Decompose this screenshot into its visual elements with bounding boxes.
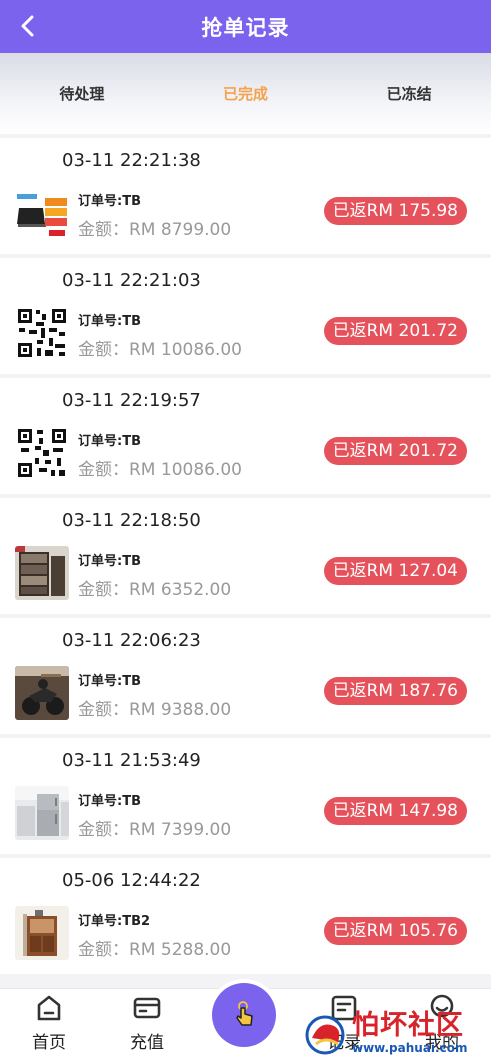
order-time: 03-11 22:21:03 <box>62 270 201 291</box>
laptop-image <box>15 186 69 240</box>
rebate-badge: 已返RM 201.72 <box>323 437 467 465</box>
watermark-title: 怕坏社区 <box>352 1010 464 1041</box>
tab-pending[interactable]: 待处理 <box>0 53 164 134</box>
home-icon <box>37 995 61 1021</box>
status-tabs: 待处理 已完成 已冻结 <box>0 53 491 134</box>
order-card[interactable]: 03-11 22:19:57 订单号:TB 金额：RM 10086.00 已返R… <box>0 378 491 494</box>
order-amount: 金额：RM 5288.00 <box>78 940 232 960</box>
order-number: 订单号:TB <box>78 794 141 809</box>
order-amount: 金额：RM 8799.00 <box>78 220 232 240</box>
order-card[interactable]: 03-11 21:53:49 订单号:TB 金额：RM 7399.00 已返RM… <box>0 738 491 854</box>
order-card[interactable]: 03-11 22:21:03 订单号:TB 金额：RM 10086.00 已返R… <box>0 258 491 374</box>
order-card[interactable]: 03-11 22:21:38 订单号:TB 金额：RM 8799.00 已返RM… <box>0 138 491 254</box>
refrigerator-image <box>15 786 69 840</box>
rebate-badge: 已返RM 147.98 <box>323 797 467 825</box>
order-time: 03-11 22:06:23 <box>62 630 201 651</box>
qr-code-image <box>15 306 69 360</box>
grab-order-button[interactable] <box>212 983 276 1047</box>
chevron-left-icon <box>21 15 34 37</box>
back-button[interactable] <box>14 12 42 40</box>
order-time: 03-11 22:21:38 <box>62 150 201 171</box>
order-card[interactable]: 03-11 22:06:23 订单号:TB 金额：RM 9388.00 已返RM… <box>0 618 491 734</box>
order-time: 03-11 22:18:50 <box>62 510 201 531</box>
rebate-badge: 已返RM 187.76 <box>323 677 467 705</box>
order-amount: 金额：RM 7399.00 <box>78 820 232 840</box>
site-watermark: 怕坏社区 www.pahuai.com <box>300 1004 491 1062</box>
order-amount: 金额：RM 9388.00 <box>78 700 232 720</box>
order-number: 订单号:TB2 <box>78 914 151 929</box>
nav-recharge[interactable]: 充值 <box>112 989 182 1062</box>
order-number: 订单号:TB <box>78 194 141 209</box>
order-number: 订单号:TB <box>78 554 141 569</box>
top-bar: 抢单记录 <box>0 0 491 53</box>
rebate-badge: 已返RM 201.72 <box>323 317 467 345</box>
order-number: 订单号:TB <box>78 314 141 329</box>
order-list: 03-11 22:21:38 订单号:TB 金额：RM 8799.00 已返RM… <box>0 138 491 978</box>
qr-code-image <box>15 426 69 480</box>
order-amount: 金额：RM 10086.00 <box>78 340 242 360</box>
order-time: 05-06 12:44:22 <box>62 870 201 891</box>
order-amount: 金额：RM 6352.00 <box>78 580 232 600</box>
tab-completed[interactable]: 已完成 <box>164 53 328 134</box>
rebate-badge: 已返RM 127.04 <box>323 557 467 585</box>
order-amount: 金额：RM 10086.00 <box>78 460 242 480</box>
rebate-badge: 已返RM 175.98 <box>323 197 467 225</box>
order-number: 订单号:TB <box>78 674 141 689</box>
motorcycle-image <box>15 666 69 720</box>
nav-recharge-label: 充值 <box>130 1033 164 1053</box>
nav-home[interactable]: 首页 <box>14 989 84 1062</box>
order-time: 03-11 21:53:49 <box>62 750 201 771</box>
page-title: 抢单记录 <box>201 15 290 40</box>
card-icon <box>133 997 161 1019</box>
cabinet-image <box>15 906 69 960</box>
watermark-url: www.pahuai.com <box>352 1041 468 1055</box>
rebate-badge: 已返RM 105.76 <box>323 917 467 945</box>
bookshelf-image <box>15 546 69 600</box>
order-time: 03-11 22:19:57 <box>62 390 201 411</box>
tap-hand-icon <box>236 1001 253 1026</box>
order-card[interactable]: 05-06 12:44:22 订单号:TB2 金额：RM 5288.00 已返R… <box>0 858 491 974</box>
watermark-logo-icon <box>305 1015 345 1055</box>
nav-home-label: 首页 <box>32 1033 66 1053</box>
order-card[interactable]: 03-11 22:18:50 订单号:TB 金额：RM 6352.00 已返RM… <box>0 498 491 614</box>
order-number: 订单号:TB <box>78 434 141 449</box>
tab-frozen[interactable]: 已冻结 <box>327 53 491 134</box>
